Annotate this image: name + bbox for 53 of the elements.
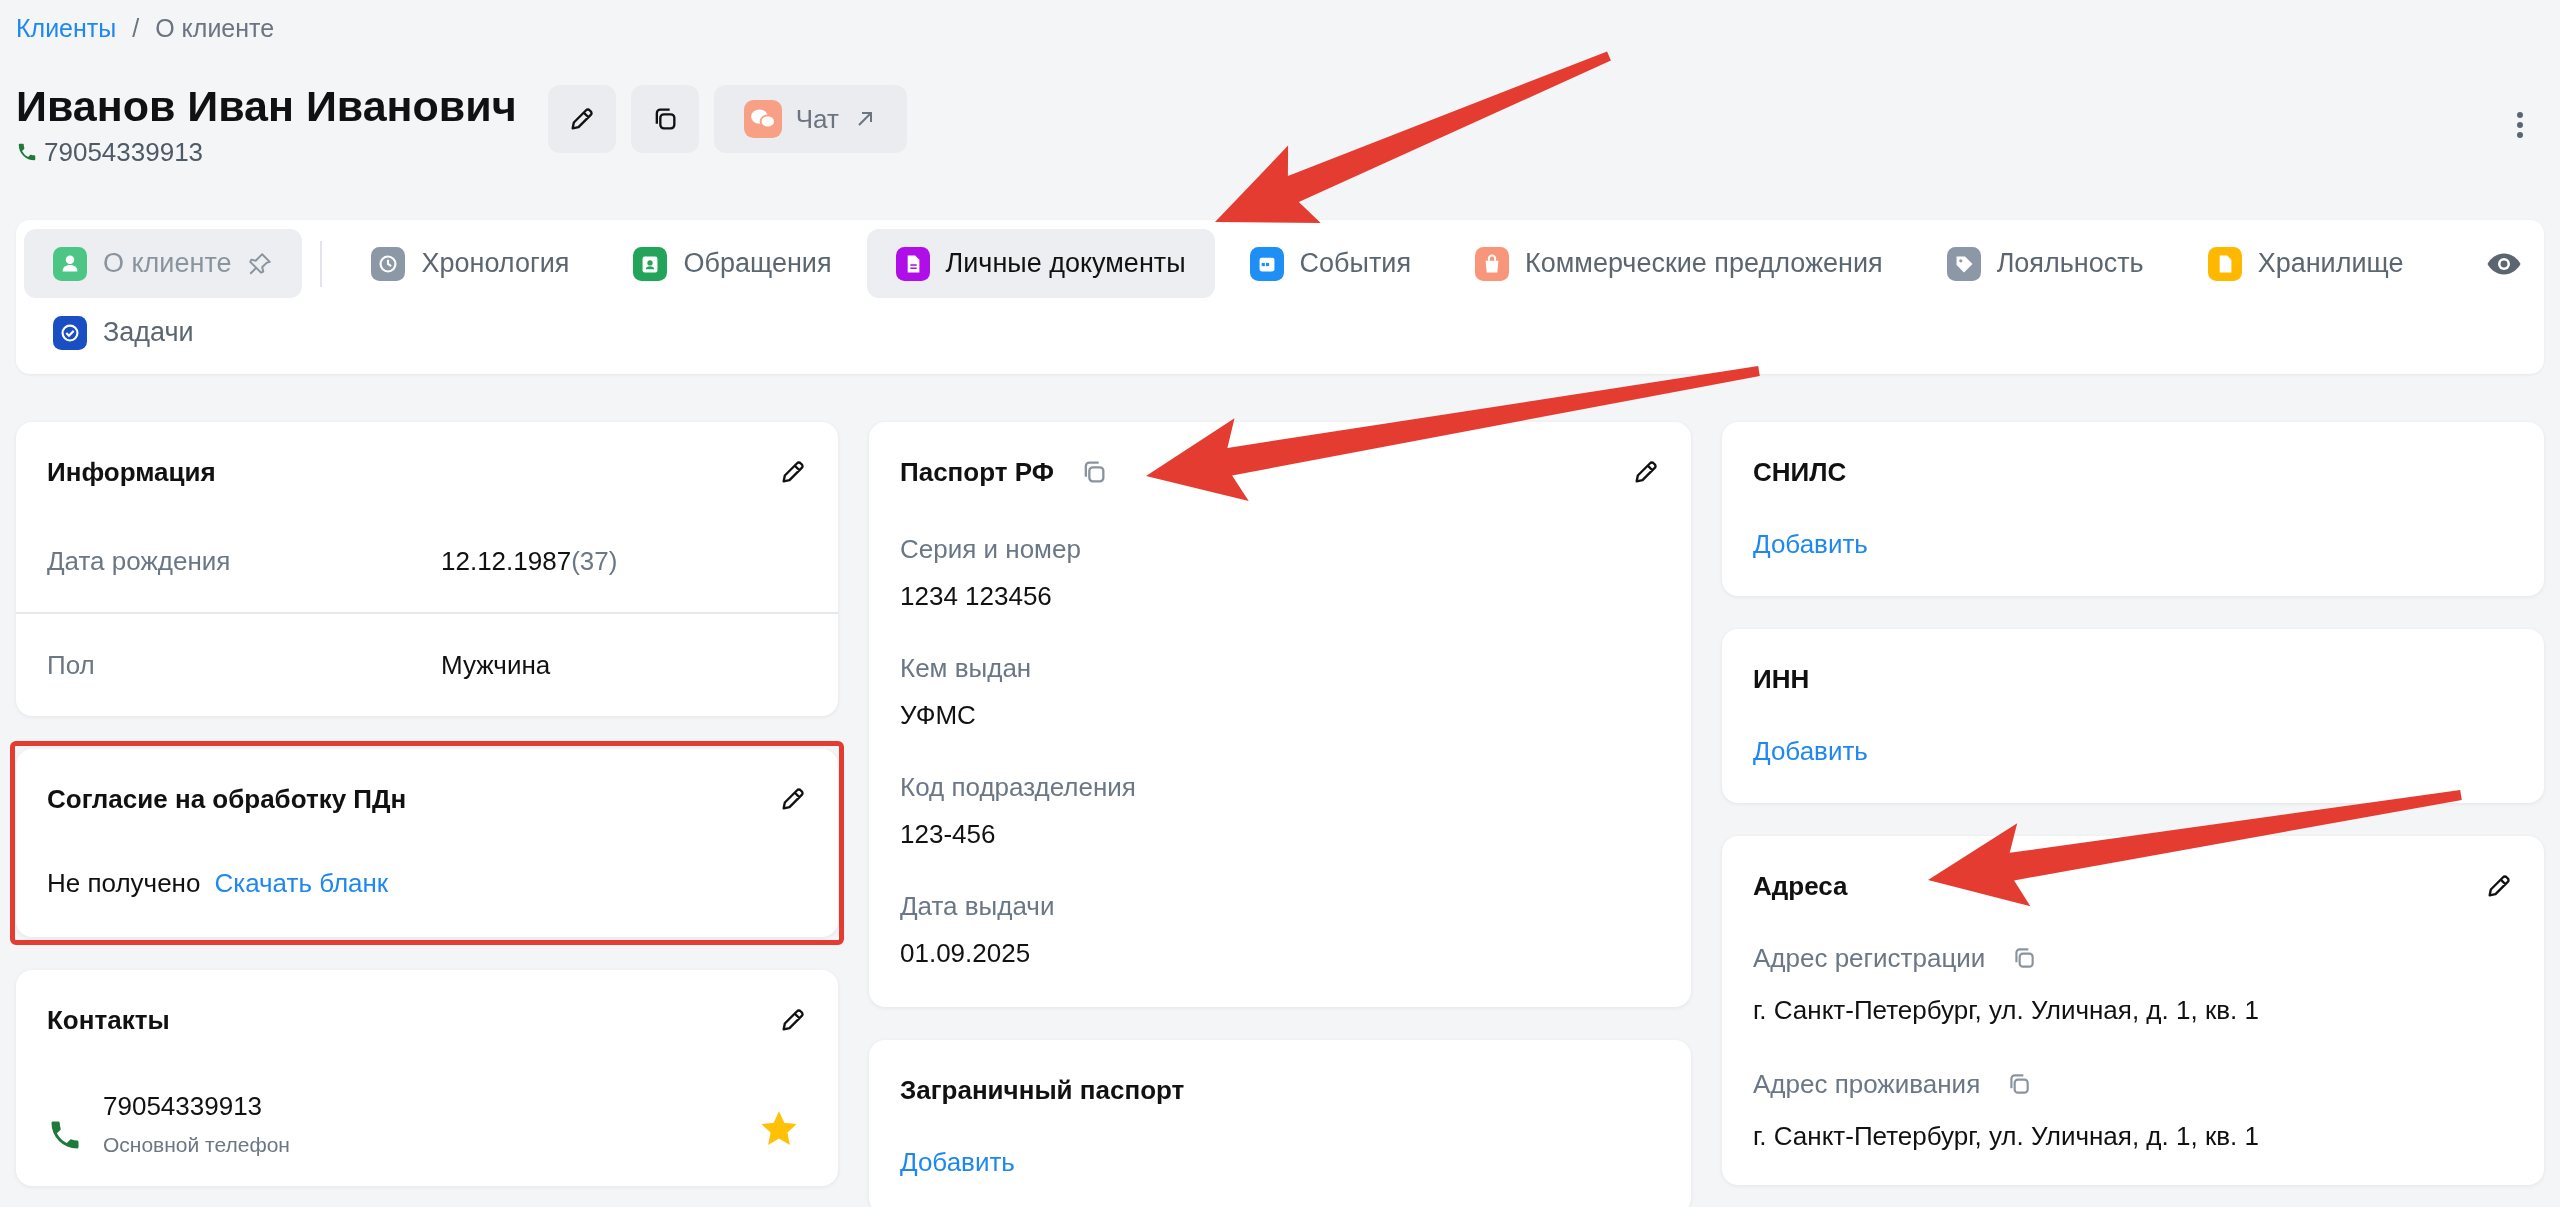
- tab[interactable]: Обращения: [604, 229, 861, 298]
- consent-status: Не получено: [47, 867, 201, 899]
- field-value: 12.12.1987(37): [441, 545, 618, 577]
- field-value: Мужчина: [441, 649, 551, 681]
- pin-icon: [247, 250, 274, 277]
- breadcrumb-link[interactable]: Клиенты: [16, 12, 117, 44]
- more-menu-icon[interactable]: [2516, 111, 2524, 139]
- field-value: УФМС: [900, 699, 977, 731]
- eye-icon[interactable]: [2486, 251, 2522, 276]
- add-link[interactable]: Добавить: [900, 1147, 1015, 1177]
- phone-icon: [16, 141, 38, 163]
- add-link[interactable]: Добавить: [1753, 736, 1868, 766]
- card-title: Контакты: [47, 1004, 170, 1037]
- breadcrumb-current: О клиенте: [155, 13, 275, 44]
- breadcrumb-separator: /: [132, 13, 140, 44]
- client-phone: 79054339913: [44, 136, 204, 168]
- tab[interactable]: Лояльность: [1917, 229, 2173, 298]
- card-title: Информация: [47, 456, 216, 489]
- contact-caption: Основной телефон: [103, 1132, 291, 1158]
- field-label: Код подразделения: [900, 771, 1137, 803]
- field-label: Адрес проживания: [1753, 1068, 1981, 1100]
- chat-bubbles-icon: [743, 100, 782, 138]
- add-link[interactable]: Добавить: [1753, 529, 1868, 559]
- field-label: Серия и номер: [900, 533, 1082, 565]
- card-title: Согласие на обработку ПДн: [47, 783, 407, 816]
- field-value: 1234 123456: [900, 580, 1053, 612]
- card-title: СНИЛС: [1753, 456, 1847, 489]
- copy-button[interactable]: [630, 85, 699, 153]
- tab[interactable]: Коммерческие предложения: [1446, 229, 1912, 298]
- field-label: Дата выдачи: [900, 890, 1056, 922]
- tab[interactable]: События: [1220, 229, 1441, 298]
- download-form-link[interactable]: Скачать бланк: [214, 867, 389, 899]
- field-value: г. Санкт-Петербург, ул. Уличная, д. 1, кв. 1: [1753, 1120, 2260, 1152]
- card-title: Заграничный паспорт: [900, 1074, 1185, 1107]
- star-icon[interactable]: [761, 1111, 797, 1147]
- contact-phone: 79054339913: [103, 1090, 264, 1122]
- tab[interactable]: Задачи: [24, 298, 223, 367]
- field-label: Адрес регистрации: [1753, 942, 1986, 974]
- edit-button[interactable]: [547, 85, 616, 153]
- tab[interactable]: Хранилище: [2178, 229, 2433, 298]
- field-label: Кем выдан: [900, 652, 1033, 684]
- field-value: 123-456: [900, 818, 997, 850]
- card-title: Паспорт РФ: [900, 456, 1054, 489]
- field-value: 01.09.2025: [900, 937, 1032, 969]
- tab[interactable]: Хронология: [342, 229, 599, 298]
- card-title: ИНН: [1753, 663, 1810, 696]
- field-label: Пол: [47, 649, 96, 681]
- field-label: Дата рождения: [47, 545, 232, 577]
- chat-button[interactable]: Чат: [713, 85, 907, 153]
- tab[interactable]: Личные документы: [866, 229, 1215, 298]
- card-title: Адреса: [1753, 870, 1848, 903]
- client-name: Иванов Иван Иванович: [16, 84, 517, 128]
- field-value: г. Санкт-Петербург, ул. Уличная, д. 1, кв. 1: [1753, 994, 2260, 1026]
